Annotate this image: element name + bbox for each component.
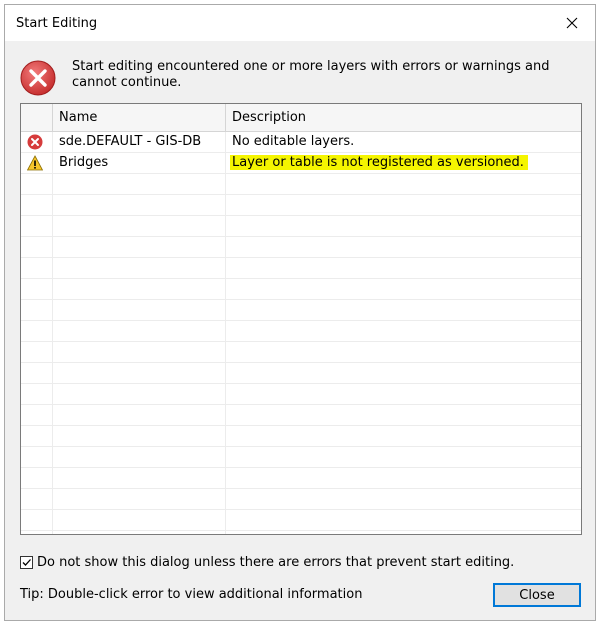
error-icon (20, 60, 56, 96)
empty-cell (21, 237, 53, 257)
empty-cell (53, 216, 226, 236)
row-description-text: Layer or table is not registered as vers… (230, 155, 528, 170)
empty-cell (53, 489, 226, 509)
table-row[interactable]: Bridges Layer or table is not registered … (21, 153, 581, 174)
header-icon-column[interactable] (21, 104, 53, 131)
grid-header: Name Description (21, 104, 581, 132)
empty-cell (21, 363, 53, 383)
empty-row (21, 531, 581, 534)
row-name: sde.DEFAULT - GIS-DB (53, 132, 226, 152)
empty-cell (21, 531, 53, 534)
empty-cell (53, 174, 226, 194)
empty-row (21, 195, 581, 216)
close-window-icon[interactable] (549, 5, 595, 41)
warning-icon (26, 155, 44, 171)
header-description[interactable]: Description (226, 104, 581, 131)
dont-show-label: Do not show this dialog unless there are… (37, 555, 515, 570)
empty-cell (21, 342, 53, 362)
empty-row (21, 174, 581, 195)
empty-cell (53, 237, 226, 257)
empty-cell (21, 489, 53, 509)
empty-row (21, 237, 581, 258)
empty-cell (53, 405, 226, 425)
empty-cell (21, 321, 53, 341)
empty-cell (21, 426, 53, 446)
row-icon-cell (21, 153, 53, 173)
empty-row (21, 447, 581, 468)
close-button[interactable]: Close (493, 583, 581, 607)
table-row[interactable]: sde.DEFAULT - GIS-DB No editable layers. (21, 132, 581, 153)
empty-row (21, 321, 581, 342)
empty-row (21, 405, 581, 426)
empty-row (21, 510, 581, 531)
empty-row (21, 342, 581, 363)
tip-text: Tip: Double-click error to view addition… (20, 587, 363, 602)
header-name[interactable]: Name (53, 104, 226, 131)
title-bar: Start Editing (5, 5, 595, 41)
empty-row (21, 468, 581, 489)
empty-cell (21, 384, 53, 404)
empty-cell (53, 342, 226, 362)
empty-cell (53, 321, 226, 341)
empty-cell (53, 258, 226, 278)
layers-grid[interactable]: Name Description sde.DEFAULT - GIS-DB No … (20, 103, 582, 535)
error-message: Start editing encountered one or more la… (72, 59, 550, 90)
empty-cell (21, 510, 53, 530)
empty-cell (53, 531, 226, 534)
empty-cell (53, 468, 226, 488)
empty-cell (21, 468, 53, 488)
dialog-title: Start Editing (16, 16, 98, 31)
dont-show-checkbox[interactable] (20, 556, 33, 569)
empty-cell (53, 363, 226, 383)
empty-row (21, 384, 581, 405)
empty-cell (53, 384, 226, 404)
empty-cell (21, 174, 53, 194)
empty-row (21, 363, 581, 384)
row-description: Layer or table is not registered as vers… (226, 153, 581, 173)
empty-row (21, 216, 581, 237)
row-description-text: No editable layers. (232, 134, 355, 149)
dont-show-option[interactable]: Do not show this dialog unless there are… (20, 555, 514, 570)
empty-cell (53, 426, 226, 446)
error-icon (27, 134, 43, 150)
empty-cell (21, 405, 53, 425)
empty-cell (21, 258, 53, 278)
empty-cell (53, 447, 226, 467)
empty-row (21, 300, 581, 321)
start-editing-dialog: Start Editing Start editing encountered … (4, 4, 596, 621)
row-description: No editable layers. (226, 132, 581, 152)
empty-cell (21, 447, 53, 467)
empty-row (21, 426, 581, 447)
empty-cell (21, 300, 53, 320)
empty-cell (21, 195, 53, 215)
row-icon-cell (21, 132, 53, 152)
empty-cell (53, 510, 226, 530)
empty-cell (53, 300, 226, 320)
empty-cell (53, 195, 226, 215)
empty-cell (21, 279, 53, 299)
empty-cell (53, 279, 226, 299)
empty-row (21, 258, 581, 279)
grid-rows: sde.DEFAULT - GIS-DB No editable layers. B… (21, 132, 581, 534)
row-name: Bridges (53, 153, 226, 173)
empty-cell (21, 216, 53, 236)
empty-row (21, 489, 581, 510)
empty-row (21, 279, 581, 300)
